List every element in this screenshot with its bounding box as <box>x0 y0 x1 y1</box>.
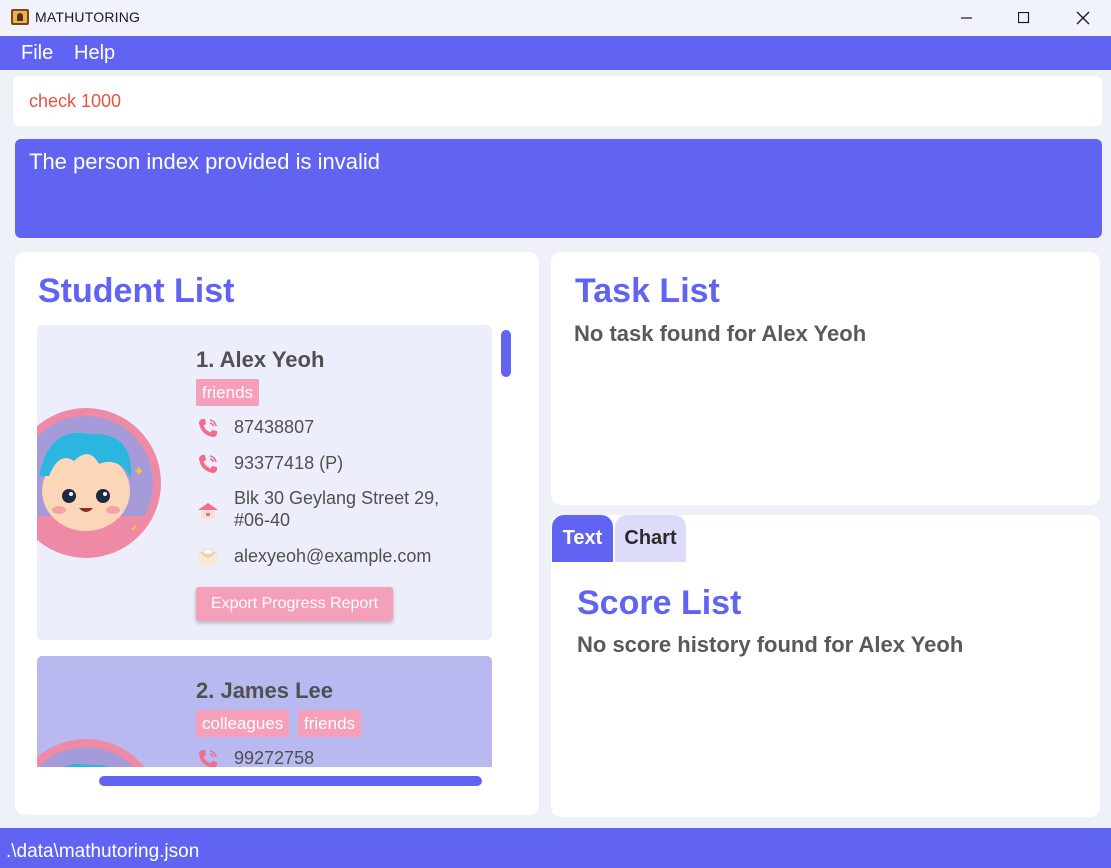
phone-number: 99272758 <box>234 748 315 767</box>
student-list-panel: Student List ✦ ✦ 1. Alex Yeoh friends 87… <box>15 252 539 815</box>
tag: friends <box>196 379 260 406</box>
data-file-path: .\data\mathutoring.json <box>6 841 200 862</box>
close-button[interactable] <box>1060 0 1106 36</box>
horizontal-scrollbar[interactable] <box>99 776 482 786</box>
result-message: The person index provided is invalid <box>29 149 380 174</box>
student-list[interactable]: ✦ ✦ ✦ 1. Alex Yeoh friends 87438807 <box>37 325 492 767</box>
task-empty-message: No task found for Alex Yeoh <box>574 321 867 346</box>
vertical-scrollbar[interactable] <box>501 330 511 377</box>
avatar <box>37 739 161 767</box>
phone-row: 99272758 <box>196 747 314 767</box>
parent-phone-row: 93377418 (P) <box>196 452 343 476</box>
svg-text:✦: ✦ <box>129 521 141 537</box>
tab-text[interactable]: Text <box>552 515 613 562</box>
score-list-title: Score List <box>577 584 742 622</box>
task-list-title: Task List <box>575 272 720 310</box>
task-list-panel: Task List No task found for Alex Yeoh <box>551 252 1100 505</box>
export-progress-report-button[interactable]: Export Progress Report <box>196 587 393 621</box>
minimize-button[interactable] <box>944 0 990 36</box>
tab-chart[interactable]: Chart <box>615 515 686 562</box>
tag: colleagues <box>196 710 290 737</box>
phone-icon <box>199 750 217 767</box>
phone-icon <box>199 419 217 437</box>
score-empty-message: No score history found for Alex Yeoh <box>577 632 964 657</box>
result-display: The person index provided is invalid <box>15 139 1102 238</box>
title-bar: MATHUTORING <box>0 0 1111 36</box>
address-line: #06-40 <box>234 510 291 530</box>
menu-bar: File Help <box>0 36 1111 70</box>
email: alexyeoh@example.com <box>234 546 432 566</box>
student-card[interactable]: 2. James Lee colleagues friends 99272758 <box>37 656 492 767</box>
address-line: Blk 30 Geylang Street 29, <box>234 488 440 508</box>
tag: friends <box>298 710 362 737</box>
phone-row: 87438807 <box>196 416 314 440</box>
envelope-icon <box>199 548 217 565</box>
app-icon <box>11 9 29 25</box>
close-icon <box>1076 11 1090 25</box>
address-row: Blk 30 Geylang Street 29, #06-40 <box>196 487 439 531</box>
status-bar: .\data\mathutoring.json <box>0 828 1111 868</box>
house-icon <box>198 503 218 519</box>
avatar: ✦ ✦ ✦ <box>37 408 161 558</box>
phone-number: 87438807 <box>234 417 315 437</box>
svg-text:✦: ✦ <box>133 463 145 479</box>
window-title: MATHUTORING <box>35 9 141 25</box>
phone-icon <box>199 455 217 473</box>
student-name: 1. Alex Yeoh <box>196 347 325 372</box>
student-name: 2. James Lee <box>196 678 333 703</box>
command-box <box>13 76 1102 126</box>
student-list-title: Student List <box>38 272 235 310</box>
maximize-button[interactable] <box>1001 0 1047 36</box>
maximize-icon <box>1018 12 1030 24</box>
command-input[interactable] <box>29 91 1079 112</box>
score-panel: Text Chart Score List No score history f… <box>551 515 1100 817</box>
menu-help[interactable]: Help <box>74 42 115 65</box>
address: Blk 30 Geylang Street 29, #06-40 <box>234 487 439 531</box>
email-row: alexyeoh@example.com <box>196 545 431 569</box>
menu-file[interactable]: File <box>21 42 53 65</box>
student-card[interactable]: ✦ ✦ ✦ 1. Alex Yeoh friends 87438807 <box>37 325 492 640</box>
parent-phone-number: 93377418 (P) <box>234 453 344 473</box>
minimize-icon <box>961 17 972 19</box>
